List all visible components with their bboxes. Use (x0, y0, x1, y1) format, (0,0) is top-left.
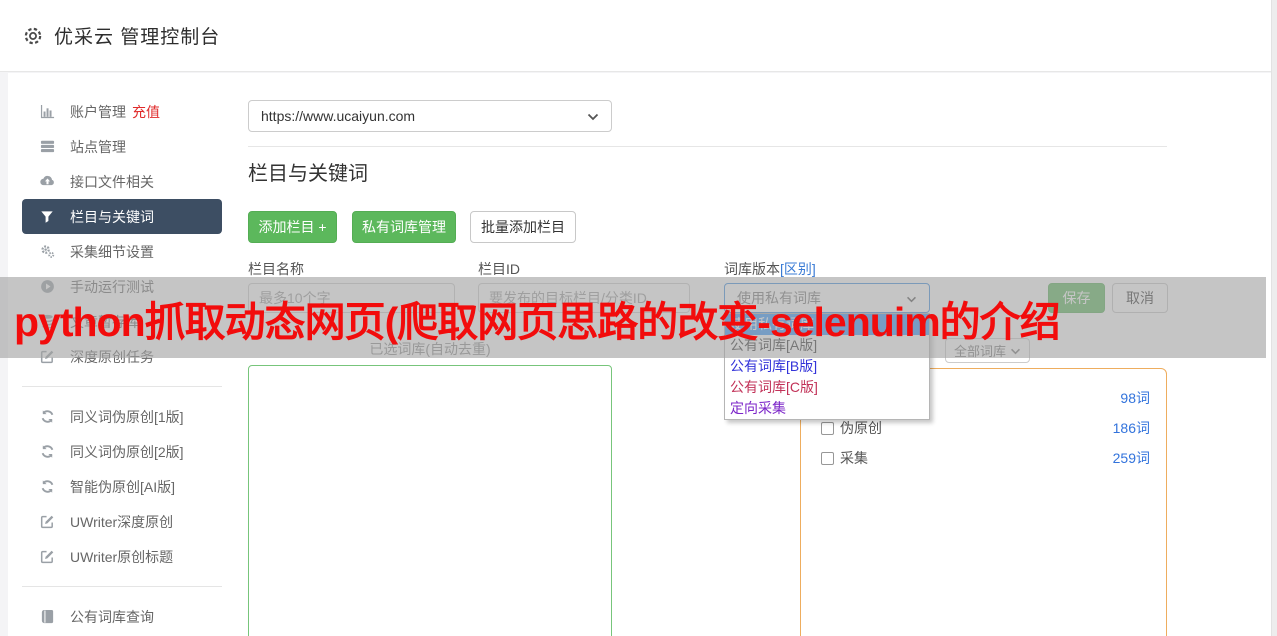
private-dict-manage-button[interactable]: 私有词库管理 (352, 211, 456, 243)
dict-checkbox[interactable] (821, 422, 834, 435)
dropdown-option-directed[interactable]: 定向采集 (725, 398, 929, 419)
sidebar-item-label: 同义词伪原创[2版] (70, 442, 184, 462)
sidebar-item-account[interactable]: 账户管理 充值 (22, 94, 222, 129)
dropdown-option-public-c[interactable]: 公有词库[C版] (725, 377, 929, 398)
bar-chart-icon (38, 104, 56, 119)
add-column-button[interactable]: 添加栏目 + (248, 211, 337, 243)
dict-row-label: 伪原创 (840, 418, 882, 438)
sidebar-item-uwriter-title[interactable]: UWriter原创标题 (22, 539, 222, 574)
sidebar-item-label: 智能伪原创[AI版] (70, 477, 175, 497)
sidebar-item-label: 账户管理 (70, 102, 126, 122)
sidebar-item-label: 公有词库查询 (70, 607, 154, 627)
site-select-value: https://www.ucaiyun.com (261, 108, 415, 124)
sidebar-item-columns-keywords[interactable]: 栏目与关键词 (22, 199, 222, 234)
column-id-label: 栏目ID (478, 259, 520, 279)
batch-add-button[interactable]: 批量添加栏目 (470, 211, 576, 243)
sidebar-item-public-dict-query[interactable]: 公有词库查询 (22, 599, 222, 634)
chevron-down-icon (587, 108, 599, 124)
sidebar-item-synonym-v2[interactable]: 同义词伪原创[2版] (22, 434, 222, 469)
sidebar-item-label: 接口文件相关 (70, 172, 154, 192)
gears-icon (38, 244, 56, 259)
sidebar-item-label: UWriter深度原创 (70, 512, 173, 532)
dict-row-count: 259词 (1113, 448, 1150, 468)
site-select[interactable]: https://www.ucaiyun.com (248, 100, 612, 132)
sidebar-item-label: UWriter原创标题 (70, 547, 173, 567)
cloud-upload-icon (38, 174, 56, 189)
dict-row-count: 98词 (1120, 388, 1150, 408)
gear-logo-icon (22, 25, 44, 47)
banner-headline: python抓取动态网页(爬取网页思路的改变-selenuim的介绍 (0, 288, 1060, 348)
divider (248, 146, 1167, 147)
edit-icon (38, 514, 56, 529)
app-title: 优采云 管理控制台 (54, 22, 220, 49)
recharge-badge[interactable]: 充值 (132, 102, 160, 122)
sidebar-item-uwriter-deep[interactable]: UWriter深度原创 (22, 504, 222, 539)
sidebar-divider (22, 586, 222, 587)
selected-dict-textarea[interactable] (248, 365, 612, 636)
sidebar-item-label: 同义词伪原创[1版] (70, 407, 184, 427)
refresh-icon (38, 409, 56, 424)
sidebar-item-collect-settings[interactable]: 采集细节设置 (22, 234, 222, 269)
dict-row: 采集 259词 (821, 443, 1150, 473)
dict-row-count: 186词 (1113, 418, 1150, 438)
dict-version-diff-link[interactable]: [区别] (780, 261, 816, 277)
server-icon (38, 139, 56, 154)
book-icon (38, 609, 56, 624)
overlay-banner: python抓取动态网页(爬取网页思路的改变-selenuim的介绍 (0, 277, 1266, 358)
refresh-icon (38, 479, 56, 494)
dict-version-label: 词库版本[区别] (724, 259, 816, 279)
dropdown-option-public-b[interactable]: 公有词库[B版] (725, 356, 929, 377)
sidebar-item-label: 栏目与关键词 (70, 207, 154, 227)
edit-icon (38, 549, 56, 564)
page-title: 栏目与关键词 (248, 157, 368, 186)
column-name-label: 栏目名称 (248, 259, 304, 279)
sidebar-item-ai-rewrite[interactable]: 智能伪原创[AI版] (22, 469, 222, 504)
sidebar-item-site[interactable]: 站点管理 (22, 129, 222, 164)
header-bar: 优采云 管理控制台 (0, 0, 1271, 72)
sidebar-item-label: 站点管理 (70, 137, 126, 157)
filter-icon (38, 210, 56, 224)
sidebar-item-label: 采集细节设置 (70, 242, 154, 262)
sidebar-item-synonym-v1[interactable]: 同义词伪原创[1版] (22, 399, 222, 434)
sidebar-divider (22, 386, 222, 387)
app-window: 优采云 管理控制台 账户管理 充值 站点管理 接口文件相关 栏目与关键词 (0, 0, 1277, 636)
sidebar-item-interface-files[interactable]: 接口文件相关 (22, 164, 222, 199)
dict-row-label: 采集 (840, 448, 868, 468)
dict-checkbox[interactable] (821, 452, 834, 465)
page-scrollbar[interactable] (1271, 0, 1277, 636)
refresh-icon (38, 444, 56, 459)
